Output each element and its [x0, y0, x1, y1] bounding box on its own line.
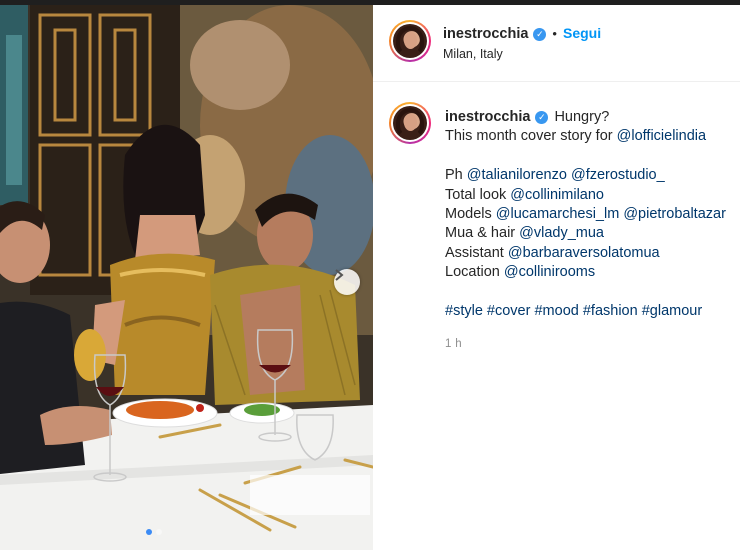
hashtag-link[interactable]: #style [445, 303, 483, 319]
next-slide-button[interactable] [334, 269, 360, 295]
post-side-panel: inestrocchia ✓ • Segui Milan, Italy inestro… [373, 5, 740, 550]
post-header: inestrocchia ✓ • Segui Milan, Italy [373, 5, 740, 82]
credit-line: Ph @talianilorenzo @fzerostudio_ [445, 166, 740, 185]
post-caption: inestrocchia ✓ Hungry? This month cover s… [445, 108, 740, 321]
credit-label: Ph [445, 167, 467, 184]
hashtag-line: #style #cover #mood #fashion #glamour [445, 302, 740, 321]
credit-label: Models [445, 205, 496, 222]
carousel-dot-active [146, 529, 152, 535]
mention-link[interactable]: @collinirooms [504, 264, 595, 280]
mention-link[interactable]: @fzerostudio_ [571, 167, 665, 183]
hashtag-link[interactable]: #glamour [642, 303, 702, 319]
author-avatar[interactable] [389, 20, 431, 62]
carousel-indicator [146, 529, 162, 535]
credit-line: Assistant @barbaraversolatomua [445, 244, 740, 263]
author-username[interactable]: inestrocchia [443, 26, 528, 42]
follow-button[interactable]: Segui [563, 25, 601, 41]
credit-label: Assistant [445, 244, 508, 261]
post-timestamp[interactable]: 1 h [445, 338, 462, 350]
mention-link[interactable]: @barbaraversolatomua [508, 245, 660, 261]
post-location[interactable]: Milan, Italy [443, 47, 503, 61]
mention-link[interactable]: @pietrobaltazar [623, 206, 726, 222]
verified-badge-icon: ✓ [535, 111, 549, 124]
credit-label: Location [445, 264, 504, 281]
hashtag-link[interactable]: #mood [534, 303, 578, 319]
credit-label: Mua & hair [445, 225, 520, 242]
credit-label: Total look [445, 186, 511, 203]
caption-author-avatar[interactable] [389, 102, 431, 144]
credit-line: Models @lucamarchesi_lm @pietrobaltazar [445, 205, 740, 224]
mention-link[interactable]: @lofficielindia [617, 128, 706, 144]
mention-link[interactable]: @vlady_mua [519, 225, 604, 241]
avatar-image [393, 24, 427, 58]
photo-illustration [0, 5, 373, 550]
avatar-image [393, 106, 427, 140]
credit-line: Location @collinirooms [445, 263, 740, 282]
mention-link[interactable]: @talianilorenzo [467, 167, 567, 183]
post-photo[interactable] [0, 5, 373, 550]
hashtag-link[interactable]: #cover [487, 303, 531, 319]
mention-link[interactable]: @collinimilano [510, 187, 604, 203]
carousel-dot [156, 529, 162, 535]
caption-text: This month cover story for [445, 128, 617, 145]
caption-line: Hungry? [554, 109, 610, 125]
separator-bullet: • [552, 26, 557, 41]
credit-line: Total look @collinimilano [445, 186, 740, 205]
caption-author-username[interactable]: inestrocchia [445, 109, 530, 125]
chevron-right-icon [335, 269, 344, 281]
mention-link[interactable]: @lucamarchesi_lm [496, 206, 620, 222]
credit-line: Mua & hair @vlady_mua [445, 224, 740, 243]
verified-badge-icon: ✓ [533, 28, 547, 41]
hashtag-link[interactable]: #fashion [583, 303, 638, 319]
